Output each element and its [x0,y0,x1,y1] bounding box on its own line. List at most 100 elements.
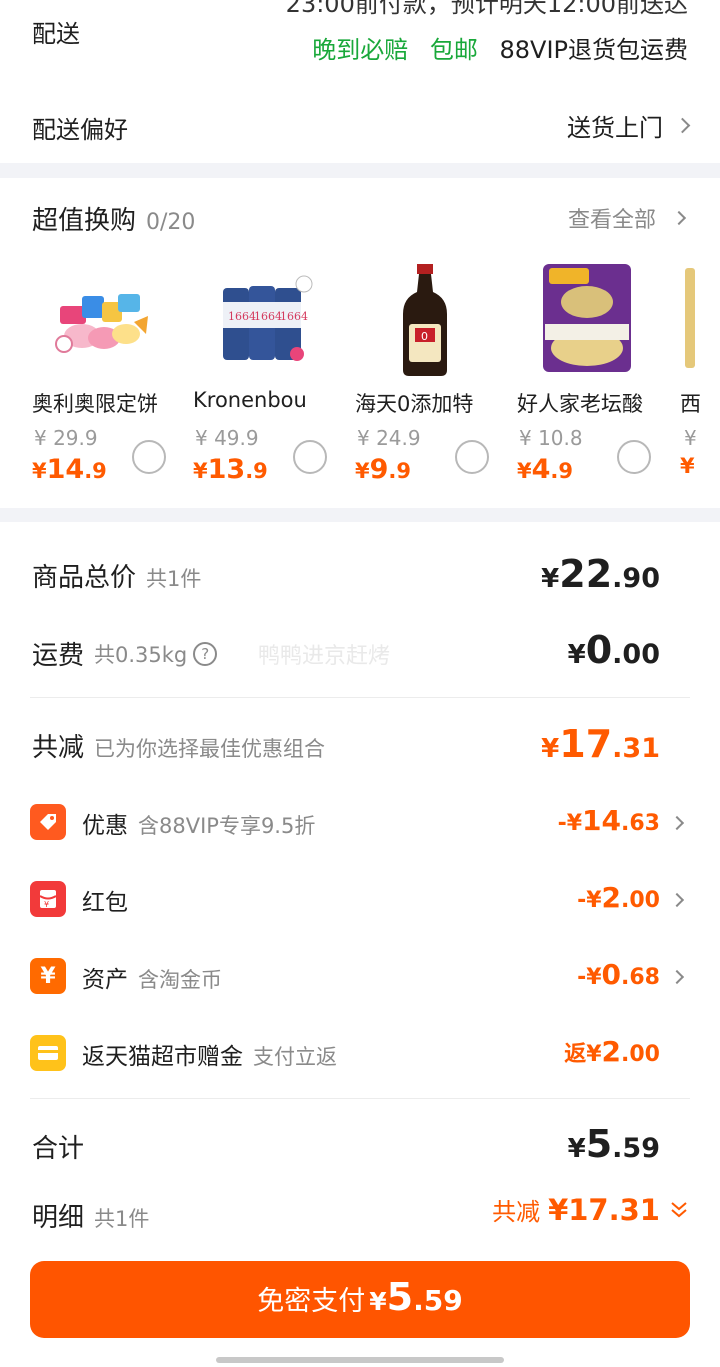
product-name: Kronenbou [193,388,307,412]
discount-label: 优惠 [82,813,128,839]
row-label-group: 红包 [82,883,128,917]
value-prefix: -¥ [577,965,602,990]
product-image-partial [685,268,695,368]
product-price: ¥14.9 [32,454,107,485]
red-envelope-value: -¥2.00 [577,881,660,914]
price-integer: 13 [207,454,246,485]
swap-product[interactable]: 1664 1664 1664 Kronenbou ¥ 49.9 ¥13.9 [193,258,343,485]
product-name: 西 [680,392,701,416]
assets-value: -¥0.68 [577,958,660,991]
delivery-pref-label: 配送偏好 [32,116,128,144]
reduction-label: 共减 [32,733,85,763]
cashback-note: 支付立返 [253,1045,337,1069]
soy-sauce-bottle-image: 0 [403,264,447,376]
shipping-weight: 共0.35kg [94,642,188,667]
chevron-right-icon [669,969,685,985]
sum-price: ¥5.59 [568,1122,660,1166]
product-price: ¥13.9 [193,454,268,485]
value-prefix: -¥ [557,811,583,836]
select-radio[interactable] [132,440,166,474]
product-old-price: ¥ 49.9 [195,426,259,450]
sum-label: 合计 [32,1134,85,1164]
detail-label: 明细 [32,1203,85,1233]
row-label-group: 返天猫超市赠金 支付立返 [82,1037,337,1071]
value-decimal: .63 [621,811,660,836]
card-icon [30,1035,66,1071]
detail-toggle[interactable]: 共减 ¥17.31 [492,1192,690,1227]
pay-integer: 5 [386,1275,414,1319]
select-radio[interactable] [293,440,327,474]
home-indicator [216,1357,504,1363]
swap-count: 0/20 [146,210,196,235]
price-integer: 0 [585,628,613,672]
discount-value: -¥14.63 [558,804,660,837]
price-decimal: .9 [245,459,268,483]
divider [30,697,690,698]
product-price: ¥4.9 [517,454,573,485]
assets-note: 含淘金币 [138,968,222,992]
value-integer: 2 [601,1035,622,1068]
late-compensation-tag: 晚到必赔 [312,36,409,64]
chevron-right-icon [671,210,687,226]
pay-currency: ¥ [369,1287,387,1316]
shipping-label-group: 运费 共0.35kg ? [32,635,218,672]
pay-button[interactable]: 免密支付 ¥5.59 [30,1261,690,1338]
product-price: ¥ [680,454,695,478]
kronenbourg-cans-image: 1664 1664 1664 [223,275,313,361]
price-integer: 14 [46,454,85,485]
row-label-group: 资产 含淘金币 [82,960,222,994]
price-currency: ¥ [355,459,370,483]
swap-product[interactable]: 奥利奥限定饼 ¥ 29.9 ¥14.9 [32,258,182,485]
product-old-price: ¥ [684,426,697,450]
chevron-right-icon [669,892,685,908]
swap-section: 超值换购 0/20 查看全部 奥利奥限定饼 ¥ 29.9 ¥14.9 1664 … [0,178,720,508]
swap-product[interactable]: 西 ¥ ¥ [679,258,720,478]
discount-row[interactable]: 优惠 含88VIP专享9.5折 -¥14.63 [0,802,720,846]
swap-product[interactable]: 好人家老坛酸 ¥ 10.8 ¥4.9 [517,258,667,485]
vip-return-tag: 88VIP退货包运费 [499,36,688,64]
reduction-total: ¥17.31 [541,722,660,766]
goods-total-label-group: 商品总价 共1件 [32,557,201,594]
svg-text:1664: 1664 [254,310,282,323]
help-icon[interactable]: ? [193,641,218,666]
detail-label-group: 明细 共1件 [32,1197,149,1234]
value-prefix: 返¥ [564,1042,602,1067]
cashback-label: 返天猫超市赠金 [82,1044,243,1070]
assets-label: 资产 [82,967,128,993]
assets-row[interactable]: ¥ 资产 含淘金币 -¥0.68 [0,956,720,1000]
delivery-pref-button[interactable]: 送货上门 [567,108,691,143]
price-currency: ¥ [567,1134,586,1164]
divider [30,1098,690,1099]
price-currency: ¥ [541,734,560,764]
free-shipping-tag: 包邮 [429,36,478,64]
price-decimal: .90 [612,563,660,594]
pay-decimal: .59 [413,1284,463,1317]
red-envelope-row[interactable]: ¥ 红包 -¥2.00 [0,879,720,923]
cashback-row: 返天猫超市赠金 支付立返 返¥2.00 [0,1033,720,1077]
goods-total-label: 商品总价 [32,563,137,593]
delivery-pref-value: 送货上门 [567,114,663,142]
view-all-button[interactable]: 查看全部 [568,202,687,234]
product-name: 海天0添加特 [355,392,474,416]
select-radio[interactable] [455,440,489,474]
swap-product[interactable]: 0 海天0添加特 ¥ 24.9 ¥9.9 [355,258,505,485]
delivery-label: 配送 [32,20,80,48]
delivery-tags: 晚到必赔 包邮 88VIP退货包运费 [312,30,688,65]
detail-reduce-value: ¥17.31 [548,1192,660,1227]
select-radio[interactable] [617,440,651,474]
shipping-price: ¥0.00 [568,628,660,672]
pay-button-label: 免密支付 [257,1286,366,1317]
product-name: 奥利奥限定饼 [32,392,158,416]
price-currency: ¥ [567,640,586,670]
value-decimal: .00 [621,1042,660,1067]
tag-icon [30,804,66,840]
value-prefix: -¥ [577,888,602,913]
svg-text:0: 0 [421,330,428,343]
price-decimal: .9 [550,459,574,483]
svg-text:1664: 1664 [228,310,256,323]
goods-total-note: 共1件 [146,567,202,591]
discount-note: 含88VIP专享9.5折 [138,814,316,838]
double-chevron-down-icon [671,1201,687,1217]
value-integer: 2 [601,881,622,914]
goods-total-price: ¥22.90 [541,552,660,596]
